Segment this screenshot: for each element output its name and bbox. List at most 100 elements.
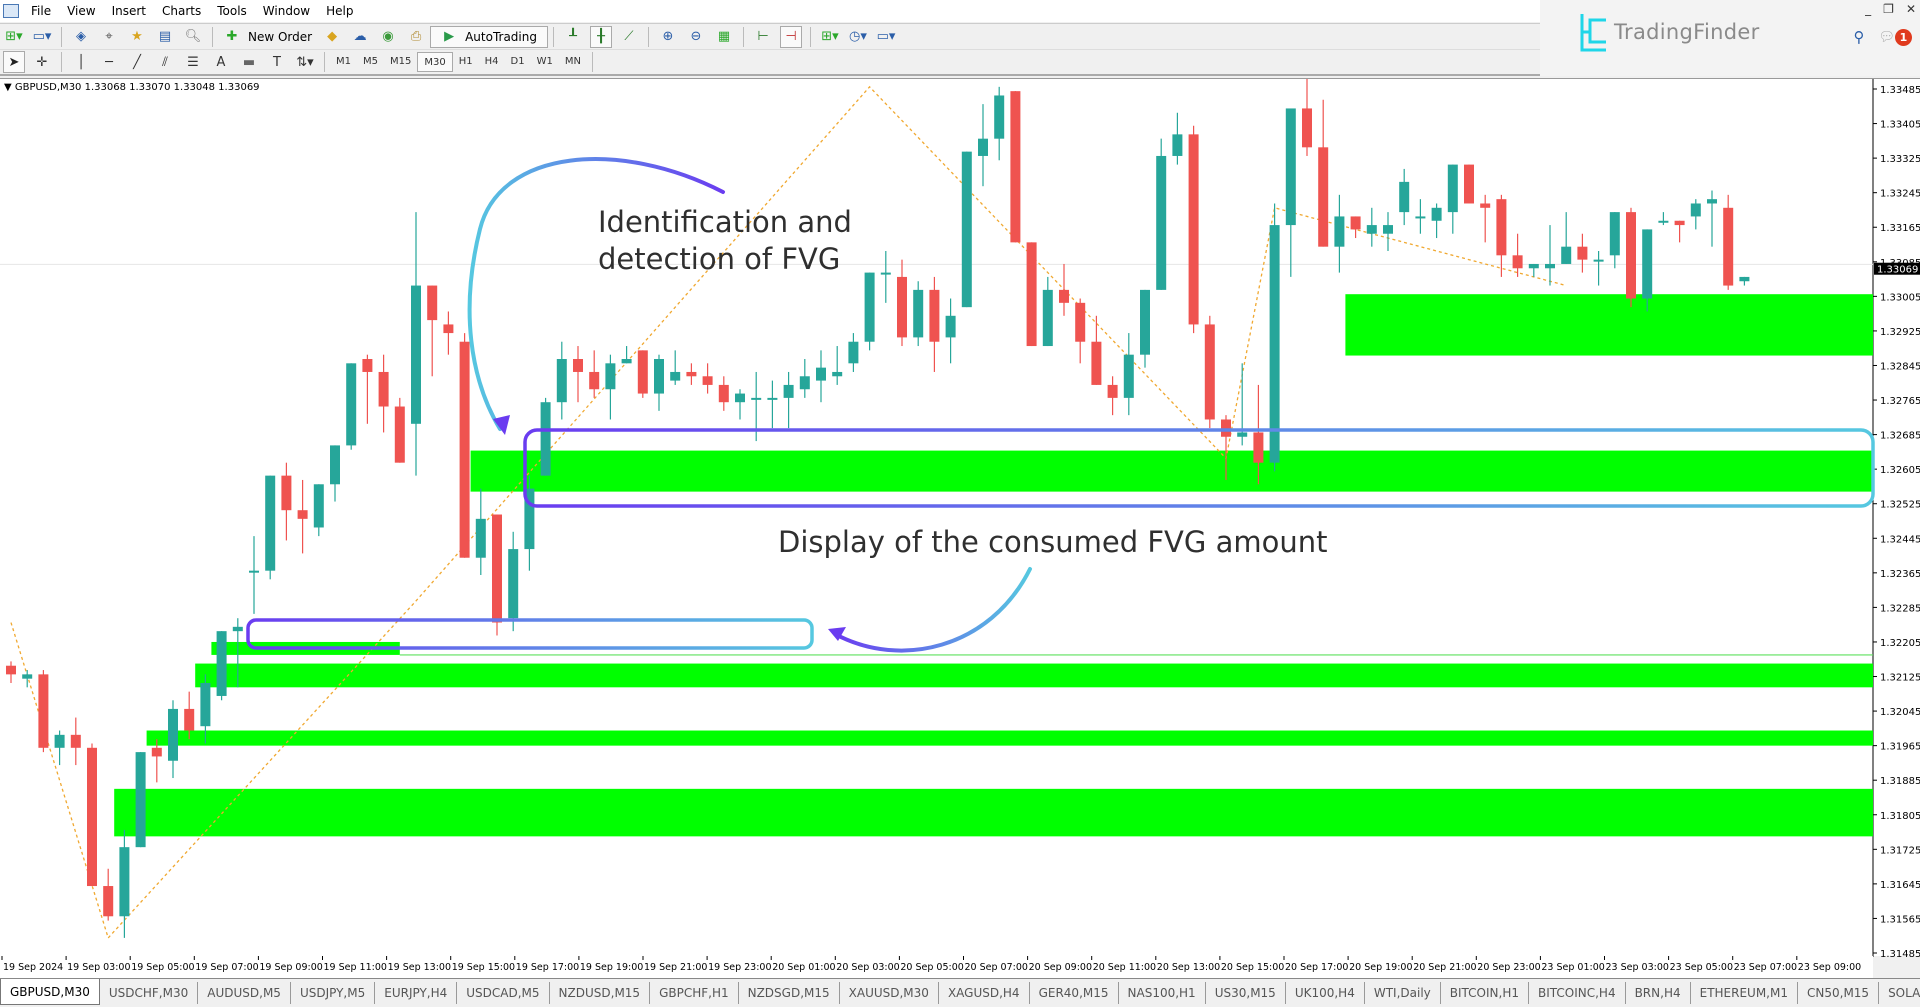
candle-body[interactable] <box>1366 225 1377 234</box>
candle-body[interactable] <box>232 626 243 632</box>
candle-body[interactable] <box>816 367 826 381</box>
candle-body[interactable] <box>702 376 713 385</box>
candle-body[interactable] <box>1334 216 1345 247</box>
candle-body[interactable] <box>1447 164 1458 213</box>
candle-body[interactable] <box>556 359 567 403</box>
chart-shift-icon[interactable]: ⊣ <box>779 25 802 48</box>
candle-body[interactable] <box>1285 108 1296 226</box>
chart-tab[interactable]: ETHEREUM,M1 <box>1691 982 1798 1004</box>
candle-body[interactable] <box>1431 207 1442 221</box>
terminal-icon[interactable]: ▤ <box>154 27 176 47</box>
candle-body[interactable] <box>1107 384 1118 398</box>
new-order-button[interactable]: New Order <box>248 30 312 44</box>
candle-body[interactable] <box>200 683 211 727</box>
text-icon[interactable]: A <box>210 52 232 72</box>
timeframe-m30[interactable]: M30 <box>417 52 453 72</box>
time-axis[interactable]: 19 Sep 2024 19 Sep 03:00 19 Sep 05:00 19 Se… <box>0 956 1873 978</box>
line-chart-icon[interactable]: ⟋ <box>618 27 640 47</box>
chart-tab[interactable]: AUDUSD,M5 <box>198 982 291 1004</box>
candle-body[interactable] <box>394 406 405 463</box>
chart-tab[interactable]: EURJPY,H4 <box>375 982 458 1004</box>
candle-body[interactable] <box>22 674 33 679</box>
timeframe-m1[interactable]: M1 <box>330 52 357 72</box>
timeframe-w1[interactable]: W1 <box>531 52 559 72</box>
candle-body[interactable] <box>1496 199 1507 256</box>
candle-body[interactable] <box>637 350 648 394</box>
menu-insert[interactable]: Insert <box>104 0 154 22</box>
candle-body[interactable] <box>1593 259 1604 262</box>
cursor-icon[interactable]: ➤ <box>3 51 25 73</box>
candle-body[interactable] <box>1253 432 1264 463</box>
candle-body[interactable] <box>1642 229 1653 299</box>
candle-body[interactable] <box>1626 212 1636 299</box>
chart-tab[interactable]: GBPUSD,M30 <box>0 979 100 1005</box>
vertical-line-icon[interactable]: │ <box>70 52 92 72</box>
chart-tab[interactable]: US30,M15 <box>1206 982 1286 1004</box>
label-icon[interactable]: ▬ <box>238 52 260 72</box>
signals-icon[interactable]: ☁ <box>349 27 371 47</box>
candle-body[interactable] <box>735 393 745 403</box>
candle-body[interactable] <box>216 631 227 696</box>
menu-charts[interactable]: Charts <box>154 0 209 22</box>
chart-tab[interactable]: WTI,Daily <box>1365 982 1441 1004</box>
candle-body[interactable] <box>1156 155 1167 290</box>
candle-body[interactable] <box>978 138 988 156</box>
candle-body[interactable] <box>1237 432 1248 437</box>
candle-body[interactable] <box>38 674 49 748</box>
candle-body[interactable] <box>1723 207 1734 286</box>
candle-body[interactable] <box>540 402 551 476</box>
print-icon[interactable]: ⎙ <box>405 27 427 47</box>
strategy-tester-icon[interactable]: 🔍︎ <box>182 27 204 47</box>
candle-body[interactable] <box>1188 134 1199 325</box>
candle-body[interactable] <box>1690 203 1701 217</box>
candle-body[interactable] <box>848 341 859 364</box>
candle-body[interactable] <box>605 363 616 390</box>
candle-body[interactable] <box>281 475 292 511</box>
candle-body[interactable] <box>1010 91 1021 243</box>
candle-body[interactable] <box>1026 242 1037 347</box>
candle-body[interactable] <box>1204 324 1215 420</box>
arrows-icon[interactable]: ⇅▾ <box>294 52 316 72</box>
candle-body[interactable] <box>1123 354 1134 398</box>
candle-body[interactable] <box>297 510 308 519</box>
candle-body[interactable] <box>184 708 195 731</box>
candle-body[interactable] <box>1739 276 1750 282</box>
candle-body[interactable] <box>1221 419 1231 437</box>
crosshair-icon[interactable]: ✛ <box>31 52 53 72</box>
horizontal-line-icon[interactable]: ─ <box>98 52 120 72</box>
candle-body[interactable] <box>880 272 891 275</box>
candle-body[interactable] <box>346 363 357 446</box>
candle-body[interactable] <box>1350 216 1361 230</box>
timeframe-m5[interactable]: M5 <box>357 52 384 72</box>
candle-body[interactable] <box>1269 225 1280 463</box>
profiles-icon[interactable]: ▭▾ <box>31 27 53 47</box>
candle-body[interactable] <box>1383 225 1393 234</box>
candle-body[interactable] <box>621 359 632 364</box>
candle-body[interactable] <box>961 151 972 308</box>
chart-tab[interactable]: USDCHF,M30 <box>100 982 199 1004</box>
candle-body[interactable] <box>443 324 454 334</box>
fvg-zone[interactable] <box>195 663 1874 688</box>
zoom-in-icon[interactable]: ⊕ <box>657 27 679 47</box>
close-button[interactable]: ✕ <box>1906 2 1916 16</box>
templates-icon[interactable]: ▭▾ <box>875 27 897 47</box>
candle-body[interactable] <box>265 475 276 571</box>
chart-tab[interactable]: USDJPY,M5 <box>291 982 376 1004</box>
chart-tab[interactable]: NZDSGD,M15 <box>739 982 840 1004</box>
periods-icon[interactable]: ◷▾ <box>847 27 869 47</box>
autotrading-button[interactable]: ▶ AutoTrading <box>430 25 548 48</box>
candle-body[interactable] <box>573 359 583 372</box>
timeframe-m15[interactable]: M15 <box>384 52 417 72</box>
chart-tab[interactable]: GBPCHF,H1 <box>650 982 739 1004</box>
candle-body[interactable] <box>1302 108 1312 148</box>
candle-body[interactable] <box>1075 302 1086 342</box>
new-order-icon[interactable]: ✚ <box>221 27 243 47</box>
market-watch-icon[interactable]: ◈ <box>70 27 92 47</box>
candle-body[interactable] <box>1318 147 1329 247</box>
chart-tab[interactable]: GER40,M15 <box>1030 982 1119 1004</box>
fvg-zone[interactable] <box>146 730 1874 746</box>
candle-body[interactable] <box>151 747 162 757</box>
chart-tab[interactable]: NZDUSD,M15 <box>550 982 651 1004</box>
candle-body[interactable] <box>1545 263 1555 269</box>
candle-body[interactable] <box>330 445 340 485</box>
